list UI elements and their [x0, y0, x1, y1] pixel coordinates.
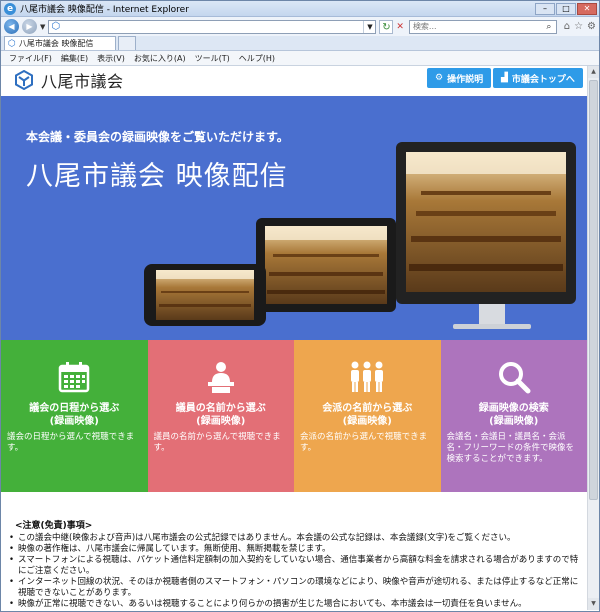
tile-by-schedule[interactable]: 議会の日程から選ぶ (録画映像) 議会の日程から選んで視聴できます。 — [1, 340, 148, 492]
search-icon[interactable]: ⌕ — [542, 21, 556, 33]
hero-banner: 本会議・委員会の録画映像をご覧いただけます。 八尾市議会 映像配信 — [1, 96, 587, 340]
disclaimer-item: 映像の著作権は、八尾市議会に帰属しています。無断使用、無断掲載を禁じます。 — [9, 544, 581, 555]
disclaimer-item: インターネット回線の状況、そのほか視聴者側のスマートフォン・パソコンの環境などに… — [9, 577, 581, 599]
tile-by-faction[interactable]: 会派の名前から選ぶ (録画映像) 会派の名前から選んで視聴できます。 — [294, 340, 441, 492]
devices-illustration — [144, 142, 576, 329]
group-people-icon — [351, 361, 384, 392]
tools-gear-icon[interactable]: ⚙ — [587, 21, 596, 32]
help-button[interactable]: ⚙ 操作説明 — [427, 68, 492, 88]
menu-edit[interactable]: 編集(E) — [61, 53, 88, 64]
search-placeholder: 検索... — [412, 22, 437, 31]
speaker-podium-icon — [207, 362, 234, 393]
tile-description: 議員の名前から選んで視聴できます。 — [153, 432, 281, 453]
history-dropdown-icon[interactable]: ▼ — [40, 23, 45, 31]
tile-description: 議会の日程から選んで視聴できます。 — [7, 432, 135, 453]
scroll-thumb[interactable] — [589, 80, 598, 500]
tile-description: 会派の名前から選んで視聴できます。 — [300, 432, 428, 453]
tile-label: 議会の日程から選ぶ (録画映像) — [29, 403, 120, 427]
tab-title: 八尾市議会 映像配信 — [18, 39, 94, 48]
tab-bar: ⬡ 八尾市議会 映像配信 — [1, 36, 599, 51]
disclaimer-item: スマートフォンによる視聴は、パケット通信料定額制の加入契約をしていない場合、通信… — [9, 555, 581, 577]
phone-device — [144, 264, 266, 326]
favorites-star-icon[interactable]: ☆ — [574, 21, 583, 32]
address-bar: ◀ ▶ ▼ ⬡ ▼ ↻ ✕ 検索... ⌕ ⌂ ☆ ⚙ — [1, 17, 599, 36]
tile-label: 議員の名前から選ぶ (録画映像) — [175, 403, 266, 427]
close-button[interactable]: ✕ — [577, 2, 597, 15]
menu-bar: ファイル(F) 編集(E) 表示(V) お気に入り(A) ツール(T) ヘルプ(… — [1, 51, 599, 66]
menu-tiles: 議会の日程から選ぶ (録画映像) 議会の日程から選んで視聴できます。 議員の名前か… — [1, 340, 587, 492]
window-title: 八尾市議会 映像配信 - Internet Explorer — [20, 5, 189, 15]
disclaimer-heading: <注意(免責)事項> — [15, 521, 93, 531]
search-input[interactable]: 検索... ⌕ — [408, 19, 557, 34]
ie-logo-icon: e — [4, 2, 16, 15]
site-title[interactable]: 八尾市議会 — [41, 68, 124, 92]
tile-search[interactable]: 録画映像の検索 (録画映像) 会議名・会議日・議員名・会派名・フリーワードの条件で… — [440, 340, 587, 492]
help-button-label: 操作説明 — [447, 74, 484, 85]
disclaimer-item: 映像が正常に視聴できない、あるいは視聴することにより何らかの損害が生じた場合にお… — [9, 599, 581, 610]
home-icon[interactable]: ⌂ — [564, 21, 570, 32]
building-icon: ▟ — [501, 73, 508, 83]
maximize-button[interactable]: □ — [556, 2, 576, 15]
stop-button[interactable]: ✕ — [396, 22, 404, 32]
scroll-up-icon[interactable]: ▲ — [588, 66, 599, 78]
forward-button[interactable]: ▶ — [22, 19, 37, 34]
tile-label: 会派の名前から選ぶ (録画映像) — [322, 403, 413, 427]
tab-active[interactable]: ⬡ 八尾市議会 映像配信 — [4, 36, 116, 50]
disclaimer-section: <注意(免責)事項> この議会中継(映像および音声)は八尾市議会の公式記録ではあ… — [9, 521, 581, 610]
monitor-device — [396, 142, 576, 329]
tile-description: 会議名・会議日・議員名・会派名・フリーワードの条件で映像を検索することができます… — [446, 432, 575, 464]
url-field[interactable]: ⬡ ▼ — [48, 19, 377, 34]
tab-favicon-icon: ⬡ — [8, 38, 16, 49]
menu-favorites[interactable]: お気に入り(A) — [134, 53, 186, 64]
menu-help[interactable]: ヘルプ(H) — [239, 53, 275, 64]
council-top-button[interactable]: ▟ 市議会トップへ — [493, 68, 583, 88]
refresh-button[interactable]: ↻ — [379, 19, 394, 34]
menu-tools[interactable]: ツール(T) — [195, 53, 230, 64]
yao-logo-icon — [15, 70, 33, 90]
vertical-scrollbar[interactable]: ▲ ▼ — [587, 66, 599, 610]
title-bar: e 八尾市議会 映像配信 - Internet Explorer – □ ✕ — [1, 1, 599, 17]
tablet-device — [256, 218, 396, 312]
url-dropdown-icon[interactable]: ▼ — [363, 20, 375, 33]
calendar-icon — [59, 362, 90, 393]
tile-by-member[interactable]: 議員の名前から選ぶ (録画映像) 議員の名前から選んで視聴できます。 — [147, 340, 294, 492]
gear-icon: ⚙ — [435, 73, 444, 83]
back-button[interactable]: ◀ — [4, 19, 19, 34]
minimize-button[interactable]: – — [535, 2, 555, 15]
menu-view[interactable]: 表示(V) — [97, 53, 125, 64]
magnifier-icon — [498, 362, 531, 394]
council-top-label: 市議会トップへ — [511, 74, 575, 85]
site-favicon-icon: ⬡ — [51, 20, 61, 32]
scroll-down-icon[interactable]: ▼ — [588, 598, 599, 610]
new-tab-button[interactable] — [118, 36, 136, 50]
menu-file[interactable]: ファイル(F) — [9, 53, 52, 64]
disclaimer-item: この議会中継(映像および音声)は八尾市議会の公式記録ではありません。本会議の公式… — [9, 533, 581, 544]
page-viewport: 八尾市議会 ⚙ 操作説明 ▟ 市議会トップへ 本会議・委員会の録画映像をご覧いた… — [1, 66, 587, 610]
tile-label: 録画映像の検索 (録画映像) — [478, 403, 549, 427]
